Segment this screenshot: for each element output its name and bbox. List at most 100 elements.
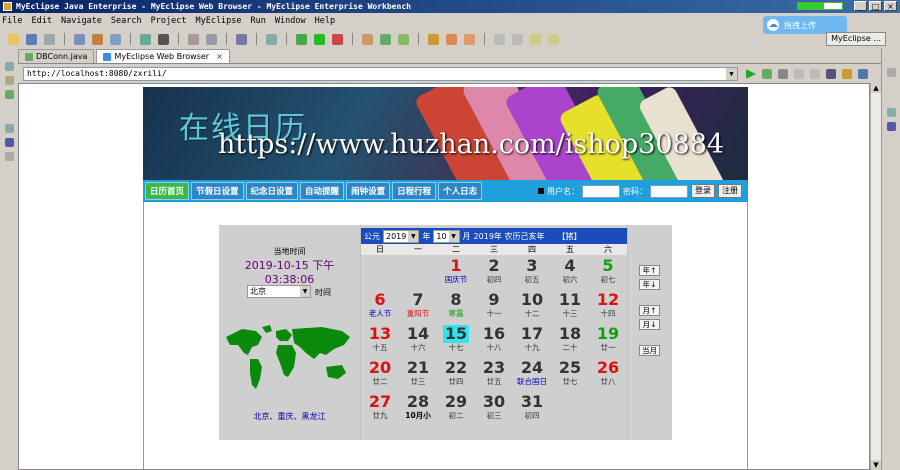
open-resource-icon[interactable] xyxy=(206,33,217,45)
menu-search[interactable]: Search xyxy=(111,16,142,26)
calendar-day[interactable]: 28 10月小 xyxy=(399,393,437,426)
calendar-day[interactable]: 8 寒露 xyxy=(437,291,475,324)
calendar-day[interactable]: 3 初五 xyxy=(513,257,551,290)
tab-web-browser[interactable]: MyEclipse Web Browser × xyxy=(96,49,230,63)
menu-edit[interactable]: Edit xyxy=(31,16,51,26)
db-icon[interactable] xyxy=(110,33,121,45)
city-select[interactable]: 北京 ▼ xyxy=(247,285,311,298)
calendar-day[interactable]: 12 十四 xyxy=(589,291,627,324)
print-icon[interactable] xyxy=(44,33,55,45)
month-select[interactable]: 10 ▼ xyxy=(433,229,460,243)
month-down-button[interactable]: 月↓ xyxy=(639,319,660,330)
wizard-icon[interactable] xyxy=(266,33,277,45)
menu-help[interactable]: Help xyxy=(315,16,335,26)
calendar-day[interactable]: 1 国庆节 xyxy=(437,257,475,290)
calendar-day[interactable]: 20 廿二 xyxy=(361,359,399,392)
calendar-day[interactable]: 5 初七 xyxy=(589,257,627,290)
calendar-day[interactable]: 10 十二 xyxy=(513,291,551,324)
calendar-day[interactable]: 17 十九 xyxy=(513,325,551,358)
chevron-down-icon[interactable]: ▼ xyxy=(726,68,737,80)
restore-icon[interactable] xyxy=(887,108,896,117)
calendar-day[interactable]: 14 十六 xyxy=(399,325,437,358)
calendar-day[interactable]: 26 廿八 xyxy=(589,359,627,392)
open-folder-icon[interactable] xyxy=(428,33,439,45)
menu-myeclipse[interactable]: MyEclipse xyxy=(195,16,241,26)
run-icon[interactable] xyxy=(314,33,325,45)
register-button[interactable]: 注册 xyxy=(718,184,742,198)
url-input[interactable]: http://localhost:8080/zxrili/ ▼ xyxy=(23,67,738,81)
calendar-day[interactable]: 6 老人节 xyxy=(361,291,399,324)
hierarchy-icon[interactable] xyxy=(5,90,14,99)
login-button[interactable]: 登录 xyxy=(691,184,715,198)
calendar-day[interactable]: 25 廿七 xyxy=(551,359,589,392)
new-class-icon[interactable] xyxy=(398,33,409,45)
menu-navigate[interactable]: Navigate xyxy=(61,16,102,26)
calendar-day[interactable]: 30 初三 xyxy=(475,393,513,426)
close-icon[interactable]: × xyxy=(216,52,223,61)
calendar-day[interactable]: 29 初二 xyxy=(437,393,475,426)
restore-icon[interactable] xyxy=(887,68,896,77)
calendar-day[interactable]: 16 十八 xyxy=(475,325,513,358)
outline-icon[interactable] xyxy=(887,122,896,131)
back-icon[interactable] xyxy=(530,33,541,45)
calendar-day[interactable]: 13 十五 xyxy=(361,325,399,358)
nav-schedule[interactable]: 日程行程 xyxy=(392,182,437,200)
year-up-button[interactable]: 年↑ xyxy=(639,265,660,276)
vertical-scrollbar[interactable]: ▲ ▼ xyxy=(870,83,881,470)
calendar-day[interactable]: 23 廿五 xyxy=(475,359,513,392)
month-up-button[interactable]: 月↑ xyxy=(639,305,660,316)
calendar-day[interactable]: 11 十三 xyxy=(551,291,589,324)
calendar-day[interactable]: 4 初六 xyxy=(551,257,589,290)
next-annotation-icon[interactable] xyxy=(512,33,523,45)
menu-file[interactable]: File xyxy=(2,16,22,26)
calendar-day[interactable]: 2 初四 xyxy=(475,257,513,290)
external-tools-icon[interactable] xyxy=(332,33,343,45)
username-input[interactable] xyxy=(582,184,620,198)
calendar-day[interactable]: 19 廿一 xyxy=(589,325,627,358)
calendar-day[interactable]: 18 二十 xyxy=(551,325,589,358)
save-icon[interactable] xyxy=(26,33,37,45)
back-icon[interactable] xyxy=(794,69,804,79)
layout-icon[interactable] xyxy=(236,33,247,45)
nav-journal[interactable]: 个人日志 xyxy=(438,182,483,200)
stop-icon[interactable] xyxy=(826,69,836,79)
pencil-icon[interactable] xyxy=(446,33,457,45)
outline-icon[interactable] xyxy=(5,138,14,147)
nav-holidays[interactable]: 节假日设置 xyxy=(191,182,244,200)
menu-project[interactable]: Project xyxy=(151,16,187,26)
menu-run[interactable]: Run xyxy=(251,16,266,26)
scroll-down-icon[interactable]: ▼ xyxy=(871,460,881,470)
web-icon[interactable] xyxy=(140,33,151,45)
prev-annotation-icon[interactable] xyxy=(494,33,505,45)
server-icon[interactable] xyxy=(92,33,103,45)
year-select[interactable]: 2019 ▼ xyxy=(383,229,420,243)
calendar-day[interactable]: 24 联合国日 xyxy=(513,359,551,392)
refresh-icon[interactable] xyxy=(842,69,852,79)
nav-alarm[interactable]: 闹钟设置 xyxy=(346,182,391,200)
console-icon[interactable] xyxy=(5,152,14,161)
calendar-day[interactable]: 9 十一 xyxy=(475,291,513,324)
search-icon[interactable] xyxy=(464,33,475,45)
calendar-day[interactable]: 21 廿三 xyxy=(399,359,437,392)
debug-icon[interactable] xyxy=(296,33,307,45)
calendar-day[interactable]: 27 廿九 xyxy=(361,393,399,426)
tools-icon[interactable] xyxy=(778,69,788,79)
new-package-icon[interactable] xyxy=(380,33,391,45)
calendar-day[interactable]: 15 十七 xyxy=(437,325,475,358)
open-external-icon[interactable] xyxy=(858,69,868,79)
open-type-icon[interactable] xyxy=(188,33,199,45)
restore-icon[interactable] xyxy=(5,124,14,133)
calendar-day[interactable]: 22 廿四 xyxy=(437,359,475,392)
forward-icon[interactable] xyxy=(810,69,820,79)
tab-dbconn[interactable]: DBConn.java xyxy=(18,49,95,63)
globe-icon[interactable] xyxy=(158,33,169,45)
this-month-button[interactable]: 当月 xyxy=(639,345,660,356)
new-project-icon[interactable] xyxy=(362,33,373,45)
deploy-icon[interactable] xyxy=(74,33,85,45)
menu-window[interactable]: Window xyxy=(275,16,306,26)
nav-anniversaries[interactable]: 纪念日设置 xyxy=(245,182,299,200)
calendar-day[interactable]: 7 重阳节 xyxy=(399,291,437,324)
year-down-button[interactable]: 年↓ xyxy=(639,279,660,290)
restore-icon[interactable] xyxy=(5,62,14,71)
new-icon[interactable] xyxy=(8,33,19,45)
